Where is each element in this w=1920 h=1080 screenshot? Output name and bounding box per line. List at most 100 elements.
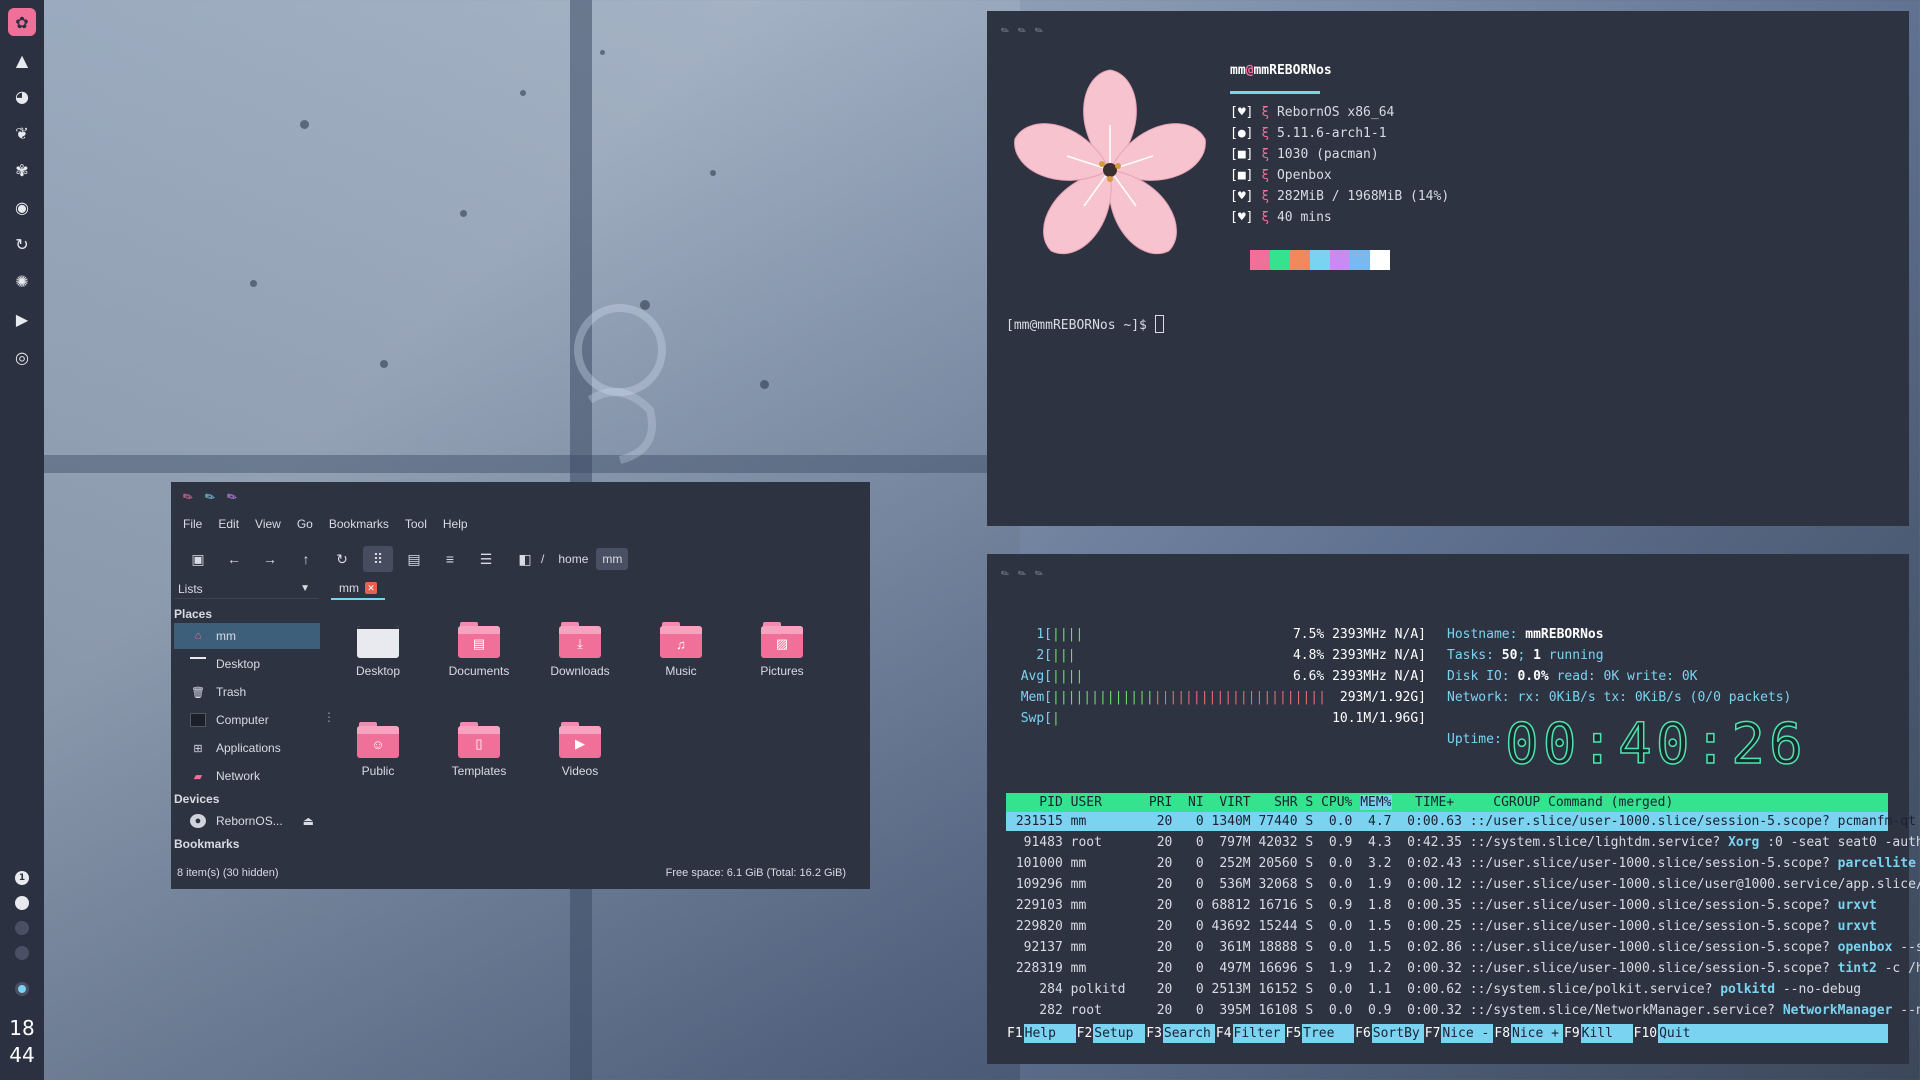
eject-icon[interactable]: ⏏ [303,814,314,828]
refresh-icon[interactable]: ↻ [10,232,34,256]
header-sort-column[interactable]: MEM% [1360,795,1392,810]
mountain-icon[interactable]: ▲ [10,48,34,72]
play-icon[interactable]: ▶ [10,307,34,331]
close-icon[interactable]: ✎ [998,565,1011,581]
folder-documents[interactable]: ▤ Documents [434,622,524,678]
app-logo-icon[interactable]: ✿ [8,8,36,36]
menu-bookmarks[interactable]: Bookmarks [329,517,389,531]
broadcast-icon[interactable]: ◎ [10,345,34,369]
maximize-icon[interactable]: ✎ [1032,565,1045,581]
function-key-label[interactable]: Kill [1581,1024,1633,1043]
function-key[interactable]: F8 [1493,1024,1512,1043]
minimize-icon[interactable]: ✎ [1015,22,1028,38]
process-row[interactable]: 109296 mm 20 0 536M 32068 S 0.0 1.9 0:00… [1006,875,1920,894]
maximize-icon[interactable]: ✎ [224,488,240,505]
menu-file[interactable]: File [183,517,202,531]
breadcrumb-mm[interactable]: mm [596,548,629,570]
function-key-label[interactable]: Help [1024,1024,1076,1043]
header-columns[interactable]: PID USER PRI NI VIRT SHR S CPU% [1008,795,1360,810]
place-trash[interactable]: 🗑 Trash [174,679,320,705]
process-row[interactable]: 92137 mm 20 0 361M 18888 S 0.0 1.5 0:02.… [1006,938,1920,957]
menu-view[interactable]: View [255,517,281,531]
menu-tool[interactable]: Tool [405,517,427,531]
workspace-1-indicator[interactable]: 1 [15,871,29,885]
function-key[interactable]: F4 [1214,1024,1233,1043]
process-row[interactable]: 228319 mm 20 0 497M 16696 S 1.9 1.2 0:00… [1006,959,1920,978]
function-key[interactable]: F1 [1006,1024,1024,1043]
menu-go[interactable]: Go [297,517,313,531]
thumbnail-view-icon[interactable]: ▤ [399,546,429,572]
close-tab-icon[interactable]: ✕ [365,582,377,594]
function-key-label[interactable]: Setup [1093,1024,1145,1043]
process-row[interactable]: 229820 mm 20 0 43692 15244 S 0.0 1.5 0:0… [1006,917,1888,936]
process-row[interactable]: 101000 mm 20 0 252M 20560 S 0.0 3.2 0:02… [1006,854,1916,873]
aperture-icon[interactable]: ✺ [10,269,34,293]
process-row[interactable]: 229103 mm 20 0 68812 16716 S 0.9 1.8 0:0… [1006,896,1888,915]
workspace-current-indicator[interactable] [15,982,29,996]
workspace-2-indicator[interactable] [15,896,29,910]
process-row[interactable]: 284 polkitd 20 0 2513M 16152 S 0.0 1.1 0… [1006,980,1888,999]
function-key-label[interactable]: Search [1163,1024,1215,1043]
folder-public[interactable]: ☺ Public [333,722,423,778]
process-row[interactable]: 231515 mm 20 0 1340M 77440 S 0.0 4.7 0:0… [1006,812,1916,831]
folder-templates[interactable]: ▯ Templates [434,722,524,778]
function-key-label[interactable]: Nice - [1441,1024,1493,1043]
reload-icon[interactable]: ↻ [327,546,357,572]
function-key-label[interactable]: Filter [1233,1024,1285,1043]
function-key-label[interactable]: Quit [1658,1024,1694,1043]
leaf-icon[interactable]: ❦ [10,121,34,145]
function-key[interactable]: F2 [1075,1024,1094,1043]
menu-help[interactable]: Help [443,517,468,531]
header-columns-rest[interactable]: TIME+ CGROUP Command (merged) [1392,795,1673,810]
place-computer[interactable]: Computer [174,707,320,733]
folder-desktop[interactable]: Desktop [333,622,423,678]
compact-view-icon[interactable]: ≡ [435,546,465,572]
minimize-icon[interactable]: ✎ [202,488,218,505]
folder-downloads[interactable]: ⤓ Downloads [535,622,625,678]
breadcrumb-home[interactable]: home [552,548,594,570]
function-key[interactable]: F7 [1423,1024,1442,1043]
workspace-3-indicator[interactable] [15,921,29,935]
place-desktop[interactable]: Desktop [174,651,320,677]
folder-music[interactable]: ♫ Music [636,622,726,678]
neofetch-os: RebornOS x86_64 [1276,105,1395,120]
place-network[interactable]: ▰ Network [174,763,320,789]
function-key-label[interactable]: Tree [1302,1024,1354,1043]
detailed-list-icon[interactable]: ☰ [471,546,501,572]
up-icon[interactable]: ↑ [291,546,321,572]
back-icon[interactable]: ← [219,546,249,572]
tab-mm[interactable]: mm ✕ [331,578,385,600]
drive-icon[interactable]: ◧ [515,546,535,572]
breadcrumb-root[interactable]: / [541,552,544,566]
close-icon[interactable]: ✎ [998,22,1011,38]
place-applications[interactable]: ⊞ Applications [174,735,320,761]
maximize-icon[interactable]: ✎ [1032,22,1045,38]
function-key[interactable]: F5 [1284,1024,1303,1043]
palette-icon[interactable]: ◉ [10,195,34,219]
shell-prompt[interactable]: [mm@mmREBORNos ~]$ [1006,315,1164,333]
function-key[interactable]: F3 [1145,1024,1163,1043]
forward-icon[interactable]: → [255,546,285,572]
pacman-icon[interactable]: ◕ [10,84,34,108]
function-key[interactable]: F9 [1563,1024,1581,1043]
folder-pictures[interactable]: ▨ Pictures [737,622,827,678]
device-rebornos[interactable]: ● RebornOS... ⏏ [174,808,320,834]
folder-videos[interactable]: ▶ Videos [535,722,625,778]
file-manager-window[interactable]: ✎ ✎ ✎ File Edit View Go Bookmarks Tool H… [171,482,870,889]
close-icon[interactable]: ✎ [180,488,196,505]
new-window-icon[interactable]: ▣ [183,546,213,572]
function-key-label[interactable]: Nice + [1511,1024,1563,1043]
process-row[interactable]: 282 root 20 0 395M 16108 S 0.0 0.9 0:00.… [1006,1001,1920,1020]
process-row[interactable]: 91483 root 20 0 797M 42032 S 0.9 4.3 0:4… [1006,833,1920,852]
side-pane-mode-select[interactable]: Lists ▼ [174,579,318,599]
process-table-header[interactable]: PID USER PRI NI VIRT SHR S CPU% MEM% TIM… [1006,793,1888,812]
lotus-icon[interactable]: ✾ [10,158,34,182]
workspace-4-indicator[interactable] [15,946,29,960]
function-key[interactable]: F10 [1632,1024,1659,1043]
menu-edit[interactable]: Edit [218,517,239,531]
place-home[interactable]: ⌂ mm [174,623,320,649]
icon-view-icon[interactable]: ⠿ [363,546,393,572]
function-key[interactable]: F6 [1354,1024,1372,1043]
minimize-icon[interactable]: ✎ [1015,565,1028,581]
function-key-label[interactable]: SortBy [1372,1024,1424,1043]
